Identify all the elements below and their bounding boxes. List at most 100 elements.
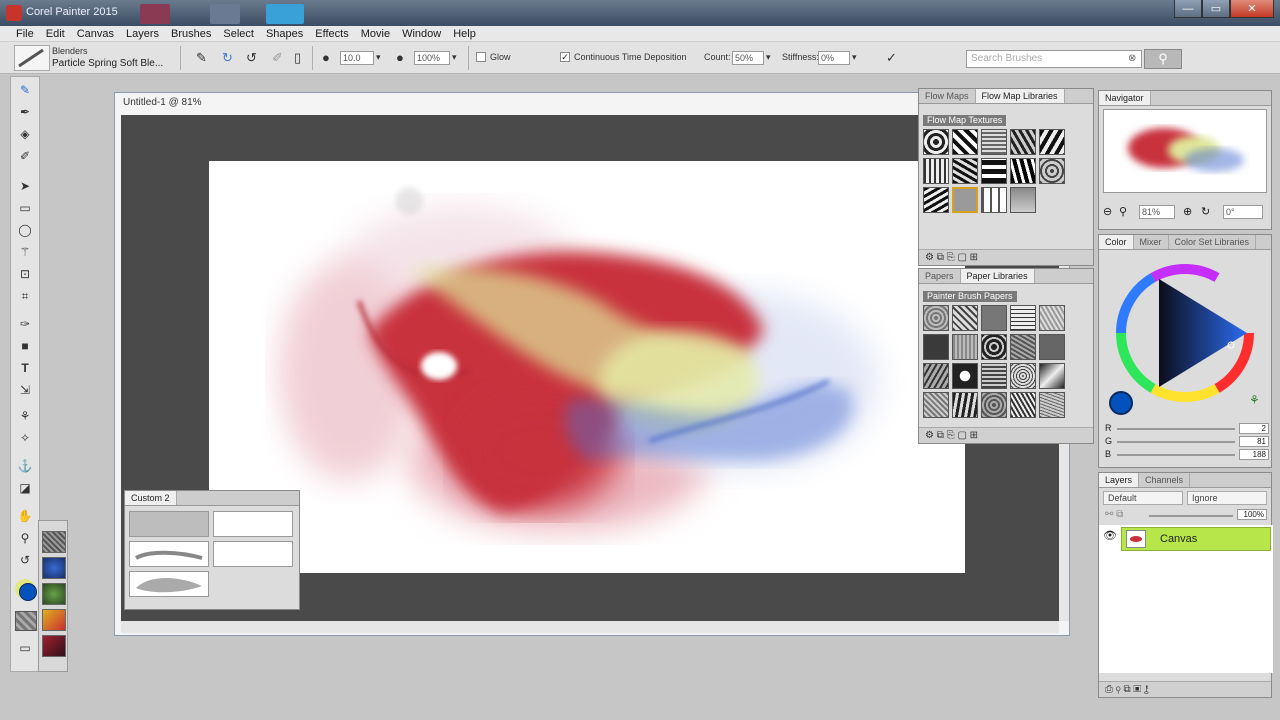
layer-row-canvas[interactable]: Canvas bbox=[1121, 527, 1271, 551]
cloner-icon[interactable]: ⚘ bbox=[16, 407, 34, 425]
custom-brush-slot[interactable] bbox=[129, 571, 209, 597]
tab-navigator[interactable]: Navigator bbox=[1099, 91, 1151, 105]
blue-field[interactable]: 188 bbox=[1239, 449, 1269, 460]
menu-canvas[interactable]: Canvas bbox=[71, 28, 120, 40]
rectangle-shape-icon[interactable]: ■ bbox=[16, 337, 34, 355]
eraser-icon[interactable]: ✐ bbox=[16, 147, 34, 165]
tab-color-set-libraries[interactable]: Color Set Libraries bbox=[1169, 235, 1257, 249]
composite-method-select[interactable]: Default bbox=[1103, 491, 1183, 505]
clear-search-icon[interactable]: ⊗ bbox=[1128, 53, 1136, 64]
magic-wand-icon[interactable]: ⚚ bbox=[16, 243, 34, 261]
perspective-icon[interactable]: ◪ bbox=[16, 479, 34, 497]
lasso-icon[interactable]: ◯ bbox=[16, 221, 34, 239]
flow-map-swatch[interactable] bbox=[1010, 129, 1036, 155]
stroke-type-icon[interactable]: ↺ bbox=[246, 50, 257, 66]
tab-channels[interactable]: Channels bbox=[1139, 473, 1191, 487]
flow-map-swatch[interactable] bbox=[952, 158, 978, 184]
tab-flow-maps[interactable]: Flow Maps bbox=[919, 89, 976, 103]
color-wheel[interactable] bbox=[1107, 255, 1267, 415]
paper-swatch[interactable] bbox=[952, 334, 978, 360]
stroke-type-icon[interactable]: ↻ bbox=[222, 50, 233, 66]
menu-help[interactable]: Help bbox=[447, 28, 482, 40]
paper-swatch[interactable] bbox=[1010, 334, 1036, 360]
rotate-page-icon[interactable]: ↺ bbox=[16, 551, 34, 569]
paper-swatch[interactable] bbox=[923, 363, 949, 389]
red-slider[interactable] bbox=[1117, 428, 1235, 430]
paper-swatch[interactable] bbox=[923, 334, 949, 360]
pattern-icon[interactable] bbox=[42, 583, 66, 605]
chevron-down-icon[interactable]: ▾ bbox=[376, 52, 381, 63]
layer-opacity-slider[interactable] bbox=[1149, 515, 1233, 517]
paper-swatch[interactable] bbox=[1039, 392, 1065, 418]
paper-swatch[interactable] bbox=[1039, 334, 1065, 360]
menu-brushes[interactable]: Brushes bbox=[165, 28, 217, 40]
zoom-out-icon[interactable]: ⊖ bbox=[1103, 205, 1112, 218]
minimize-button[interactable]: — bbox=[1174, 0, 1202, 18]
paper-selector[interactable] bbox=[15, 611, 37, 631]
menu-shapes[interactable]: Shapes bbox=[260, 28, 309, 40]
color-picker-icon[interactable]: ⚘ bbox=[1249, 393, 1260, 407]
tab-custom-2[interactable]: Custom 2 bbox=[125, 491, 177, 505]
tab-papers[interactable]: Papers bbox=[919, 269, 961, 283]
menu-edit[interactable]: Edit bbox=[40, 28, 71, 40]
close-button[interactable]: ✕ bbox=[1230, 0, 1274, 18]
count-field[interactable]: 50% bbox=[732, 51, 764, 65]
menu-layers[interactable]: Layers bbox=[120, 28, 165, 40]
divine-proportion-icon[interactable]: ⚓ bbox=[16, 457, 34, 475]
eye-icon[interactable]: 👁 bbox=[1103, 529, 1117, 542]
nozzle-icon[interactable] bbox=[42, 635, 66, 657]
transform-icon[interactable]: ⊡ bbox=[16, 265, 34, 283]
horizontal-scrollbar[interactable] bbox=[121, 621, 1059, 633]
rotate-icon[interactable]: ↻ bbox=[1201, 205, 1210, 218]
navigator-preview[interactable] bbox=[1103, 109, 1267, 193]
paint-bucket-icon[interactable]: ◈ bbox=[16, 125, 34, 143]
paper-swatch[interactable] bbox=[923, 305, 949, 331]
flow-map-swatch[interactable] bbox=[981, 187, 1007, 213]
stamp-icon[interactable]: ✧ bbox=[16, 429, 34, 447]
paper-swatch[interactable] bbox=[981, 363, 1007, 389]
layer-lock-icons[interactable]: ⚯ ⧉ bbox=[1105, 509, 1123, 520]
taskbar-button[interactable] bbox=[266, 4, 304, 24]
paper-swatch[interactable] bbox=[1010, 363, 1036, 389]
custom-brush-slot[interactable] bbox=[213, 511, 293, 537]
dropper-icon[interactable]: ✒ bbox=[16, 103, 34, 121]
brush-tool-icon[interactable]: ✎ bbox=[16, 81, 34, 99]
menu-window[interactable]: Window bbox=[396, 28, 447, 40]
paper-swatch[interactable] bbox=[952, 392, 978, 418]
tab-paper-libraries[interactable]: Paper Libraries bbox=[960, 269, 1035, 283]
chevron-down-icon[interactable]: ▾ bbox=[852, 52, 857, 63]
paper-swatch[interactable] bbox=[1010, 305, 1036, 331]
layer-adjuster-icon[interactable]: ➤ bbox=[16, 177, 34, 195]
menu-select[interactable]: Select bbox=[217, 28, 260, 40]
rectangle-select-icon[interactable]: ▭ bbox=[16, 199, 34, 217]
flow-map-swatch[interactable] bbox=[1010, 158, 1036, 184]
zoom-field[interactable]: 81% bbox=[1139, 205, 1175, 219]
flow-map-tools-icon[interactable]: ⚙ ⧉ ⎘ ▢ ⊞ bbox=[925, 252, 978, 263]
red-field[interactable]: 2 bbox=[1239, 423, 1269, 434]
text-icon[interactable]: T bbox=[16, 359, 34, 377]
custom-brush-slot[interactable] bbox=[129, 511, 209, 537]
flow-map-swatch[interactable] bbox=[923, 129, 949, 155]
grabber-icon[interactable]: ✋ bbox=[16, 507, 34, 525]
pen-icon[interactable]: ✑ bbox=[16, 315, 34, 333]
search-icon[interactable]: ⚲ bbox=[1144, 49, 1182, 69]
crop-icon[interactable]: ⌗ bbox=[16, 287, 34, 305]
menu-effects[interactable]: Effects bbox=[309, 28, 354, 40]
chevron-down-icon[interactable]: ▾ bbox=[452, 52, 457, 63]
brush-variant[interactable]: Particle Spring Soft Ble... bbox=[52, 58, 163, 69]
menu-movie[interactable]: Movie bbox=[355, 28, 396, 40]
brush-tool-icon[interactable]: ✎ bbox=[196, 50, 207, 66]
flow-map-swatch[interactable] bbox=[952, 129, 978, 155]
continuous-checkbox[interactable]: ✓ bbox=[560, 52, 570, 62]
paper-swatch[interactable] bbox=[923, 392, 949, 418]
brush-selector[interactable] bbox=[14, 45, 50, 71]
flow-map-swatch[interactable] bbox=[1039, 129, 1065, 155]
tab-mixer[interactable]: Mixer bbox=[1134, 235, 1169, 249]
taskbar-button[interactable] bbox=[140, 4, 170, 24]
magnifier-icon[interactable]: ⚲ bbox=[16, 529, 34, 547]
screen-mode-icon[interactable]: ▭ bbox=[16, 639, 34, 657]
dynamic-speckle-icon[interactable]: ✓ bbox=[886, 50, 897, 66]
brush-ghost-icon[interactable]: ✐ bbox=[272, 50, 283, 66]
paper-swatch[interactable] bbox=[981, 392, 1007, 418]
paper-swatch[interactable] bbox=[981, 334, 1007, 360]
